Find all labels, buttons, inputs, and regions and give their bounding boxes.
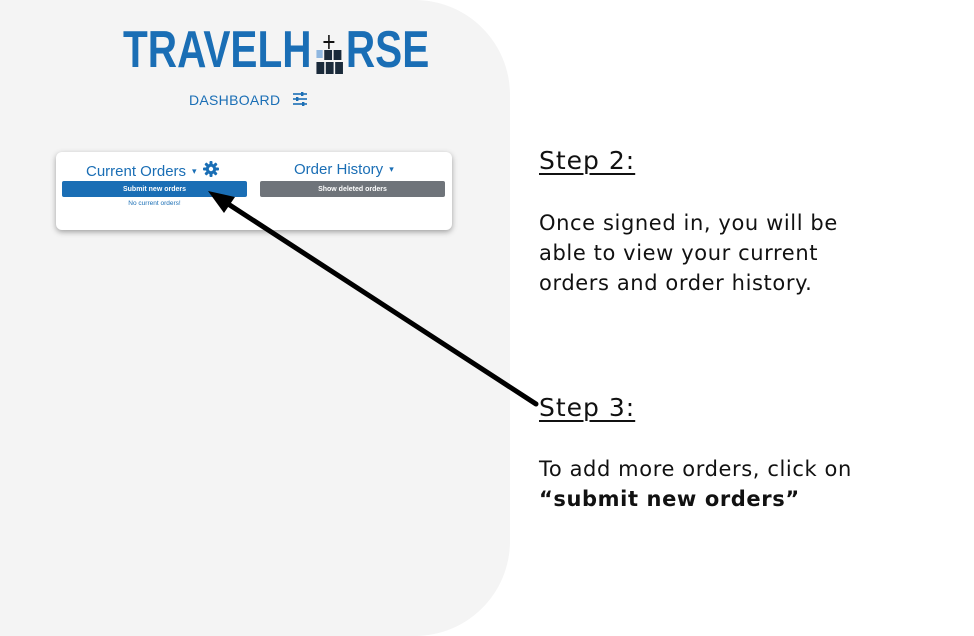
step-2-body: Once signed in, you will be able to view… <box>539 208 959 298</box>
show-deleted-orders-button[interactable]: Show deleted orders <box>260 181 445 197</box>
dashboard-nav[interactable]: DASHBOARD <box>189 90 308 110</box>
order-history-title[interactable]: Order History <box>294 161 383 178</box>
logo-text-left: TRAVELH <box>123 21 312 79</box>
travelhorse-logo: TRAVELH RSE <box>123 24 429 76</box>
chevron-down-icon[interactable]: ▾ <box>192 166 197 177</box>
submit-new-orders-button[interactable]: Submit new orders <box>62 181 247 197</box>
step-2-line: able to view your current <box>539 241 819 265</box>
step-3-body: To add more orders, click on “submit new… <box>539 454 959 514</box>
no-current-orders-text: No current orders! <box>128 200 181 207</box>
step-3-heading: Step 3: <box>539 393 636 422</box>
phone-screen: TRAVELH RSE DASHBOARD Current Orders ▾ O… <box>0 0 510 636</box>
step-3-highlight: “submit new orders” <box>539 487 800 511</box>
chevron-down-icon[interactable]: ▾ <box>389 164 394 175</box>
step-2-line: orders and order history. <box>539 271 813 295</box>
dashboard-label[interactable]: DASHBOARD <box>189 92 280 108</box>
step-2-line: Once signed in, you will be <box>539 211 838 235</box>
logo-text-right: RSE <box>345 21 430 79</box>
current-orders-title[interactable]: Current Orders <box>86 163 186 180</box>
order-history-header[interactable]: Order History ▾ <box>294 161 394 178</box>
orders-card: Current Orders ▾ Order History ▾ Submit … <box>56 152 452 230</box>
gear-icon[interactable] <box>202 161 219 181</box>
horse-grid-icon <box>314 32 344 74</box>
step-2-heading: Step 2: <box>539 146 636 175</box>
sliders-icon[interactable] <box>292 91 308 109</box>
step-3-line: To add more orders, click on <box>539 457 852 481</box>
current-orders-header[interactable]: Current Orders ▾ <box>86 161 219 181</box>
